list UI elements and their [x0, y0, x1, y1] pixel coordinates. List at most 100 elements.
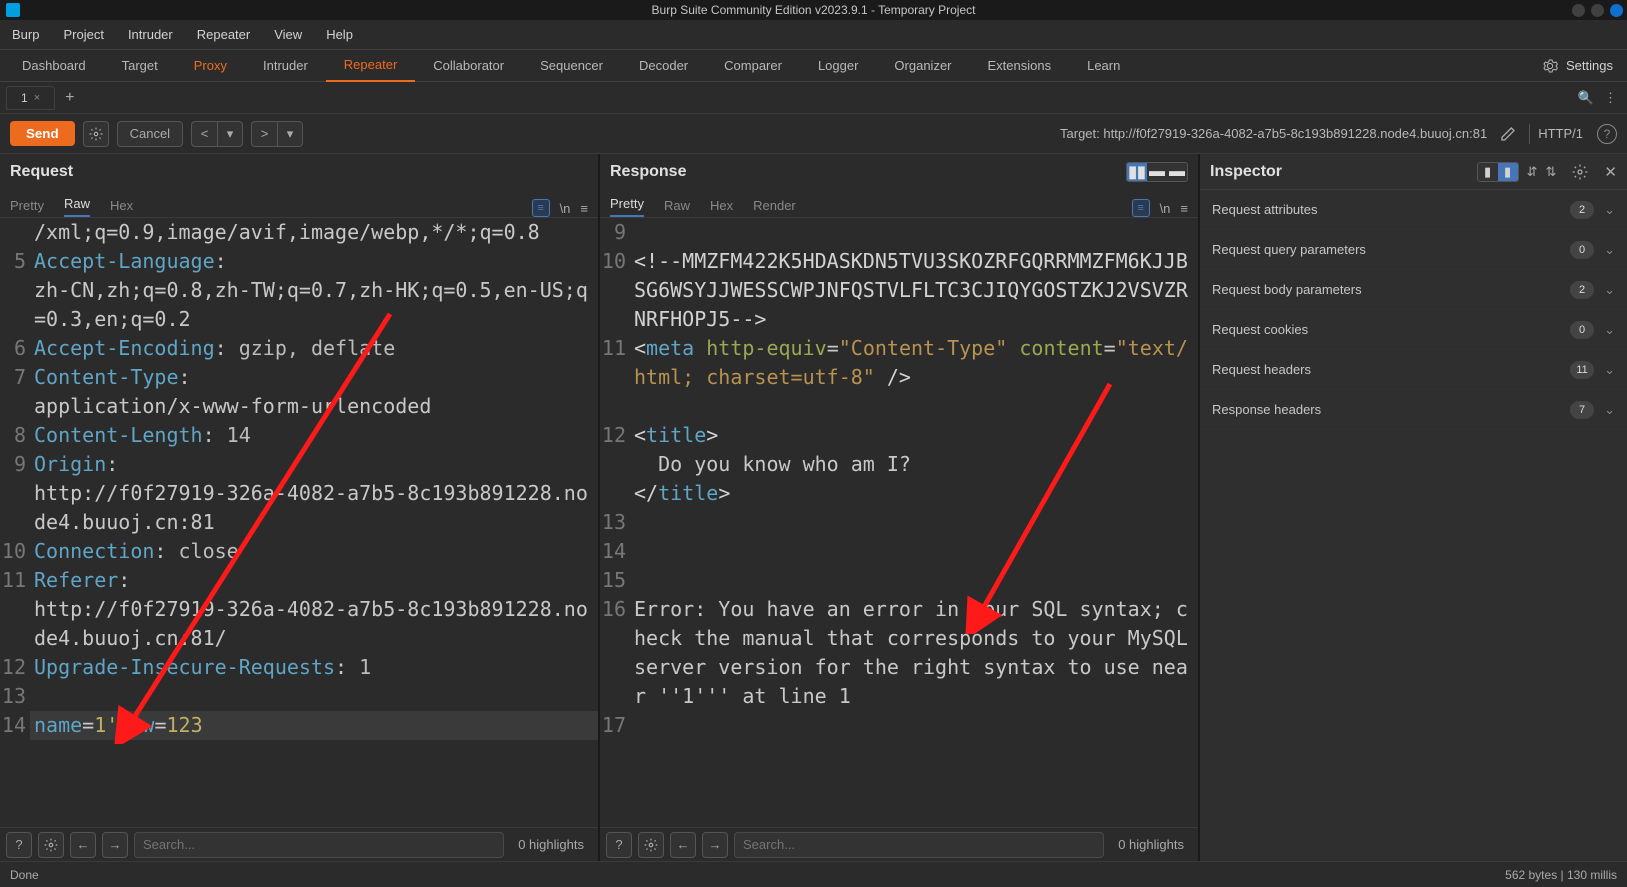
settings-link[interactable]: Settings	[1566, 58, 1613, 73]
inspector-section-request-query-parameters[interactable]: Request query parameters 0 ⌄	[1200, 230, 1627, 270]
inspector-section-request-headers[interactable]: Request headers 11 ⌄	[1200, 350, 1627, 390]
menu-project[interactable]: Project	[63, 27, 103, 42]
tab-intruder[interactable]: Intruder	[245, 50, 326, 82]
response-search-input[interactable]	[734, 832, 1104, 858]
tab-organizer[interactable]: Organizer	[876, 50, 969, 82]
editor-tab-hex[interactable]: Hex	[110, 198, 133, 217]
help-icon[interactable]: ?	[6, 832, 32, 858]
search-prev-button[interactable]: ←	[670, 832, 696, 858]
menu-intruder[interactable]: Intruder	[128, 27, 173, 42]
menubar: Burp Project Intruder Repeater View Help	[0, 20, 1627, 50]
request-editor[interactable]: 5 6789 1011 121314 /xml;q=0.9,image/avif…	[0, 218, 598, 827]
chevron-down-icon: ⌄	[1604, 282, 1615, 298]
search-next-button[interactable]: →	[702, 832, 728, 858]
tab-target[interactable]: Target	[104, 50, 176, 82]
add-tab-button[interactable]: +	[65, 89, 74, 107]
editor-tab-render[interactable]: Render	[753, 198, 796, 217]
tab-sequencer[interactable]: Sequencer	[522, 50, 621, 82]
inspector-section-request-attributes[interactable]: Request attributes 2 ⌄	[1200, 190, 1627, 230]
tab-decoder[interactable]: Decoder	[621, 50, 706, 82]
search-prev-button[interactable]: ←	[70, 832, 96, 858]
actions-icon[interactable]: ≡	[1132, 199, 1150, 217]
editor-tab-pretty[interactable]: Pretty	[610, 196, 644, 217]
history-fwd-dropdown[interactable]: ▾	[277, 121, 303, 147]
request-editor-tabs: Pretty Raw Hex ≡ \n ≡	[0, 190, 598, 218]
send-button[interactable]: Send	[10, 121, 75, 146]
gear-icon[interactable]	[38, 832, 64, 858]
layout-rows-icon[interactable]: ▬	[1147, 163, 1167, 181]
chevron-down-icon: ⌄	[1604, 322, 1615, 338]
chevron-down-icon: ⌄	[1604, 242, 1615, 258]
tab-logger[interactable]: Logger	[800, 50, 876, 82]
tab-learn[interactable]: Learn	[1069, 50, 1138, 82]
layout-left-icon[interactable]: ▮	[1478, 163, 1498, 181]
menu-icon[interactable]: ≡	[580, 201, 588, 216]
search-next-button[interactable]: →	[102, 832, 128, 858]
menu-icon[interactable]: ≡	[1180, 201, 1188, 216]
response-editor[interactable]: 910 11 1213141516 17 <!--MMZFM422K5HDASK…	[600, 218, 1198, 827]
request-title: Request	[10, 163, 73, 181]
menu-view[interactable]: View	[274, 27, 302, 42]
editor-tab-raw[interactable]: Raw	[664, 198, 690, 217]
history-back-dropdown[interactable]: ▾	[217, 121, 243, 147]
tab-collaborator[interactable]: Collaborator	[415, 50, 522, 82]
inspector-section-response-headers[interactable]: Response headers 7 ⌄	[1200, 390, 1627, 430]
help-icon[interactable]: ?	[606, 832, 632, 858]
close-tab-icon[interactable]: ×	[34, 92, 40, 104]
editor-tab-pretty[interactable]: Pretty	[10, 198, 44, 217]
send-options-gear-icon[interactable]	[83, 121, 109, 147]
response-bottom-bar: ? ← → 0 highlights	[600, 827, 1198, 861]
layout-columns-icon[interactable]: ▮▮	[1127, 163, 1147, 181]
protocol-label[interactable]: HTTP/1	[1538, 126, 1583, 141]
inspector-section-request-cookies[interactable]: Request cookies 0 ⌄	[1200, 310, 1627, 350]
inspector-pane: Inspector ▮ ▮ ⇵ ⇅ ✕ Request attributes 2…	[1200, 154, 1627, 861]
close-inspector-icon[interactable]: ✕	[1604, 163, 1617, 181]
close-button[interactable]	[1610, 4, 1623, 17]
actions-icon[interactable]: ≡	[532, 199, 550, 217]
response-highlight-count: 0 highlights	[1110, 837, 1192, 852]
cancel-button[interactable]: Cancel	[117, 121, 183, 147]
help-icon[interactable]: ?	[1597, 124, 1617, 144]
layout-single-icon[interactable]: ▬	[1167, 163, 1187, 181]
titlebar: Burp Suite Community Edition v2023.9.1 -…	[0, 0, 1627, 20]
tab-repeater[interactable]: Repeater	[326, 50, 415, 82]
more-icon[interactable]: ⋮	[1604, 90, 1617, 106]
minimize-button[interactable]	[1572, 4, 1585, 17]
gear-icon[interactable]	[638, 832, 664, 858]
layout-toggle[interactable]: ▮▮ ▬ ▬	[1126, 162, 1188, 182]
settings-icon[interactable]	[1542, 58, 1558, 74]
status-right: 562 bytes | 130 millis	[1505, 868, 1617, 882]
window-title: Burp Suite Community Edition v2023.9.1 -…	[652, 3, 976, 17]
collapse-icon[interactable]: ⇅	[1546, 164, 1557, 180]
tab-proxy[interactable]: Proxy	[176, 50, 245, 82]
repeater-tab-1[interactable]: 1 ×	[6, 86, 55, 110]
chevron-down-icon: ⌄	[1604, 202, 1615, 218]
tab-dashboard[interactable]: Dashboard	[4, 50, 104, 82]
tab-comparer[interactable]: Comparer	[706, 50, 800, 82]
menu-help[interactable]: Help	[326, 27, 353, 42]
layout-right-icon[interactable]: ▮	[1498, 163, 1518, 181]
maximize-button[interactable]	[1591, 4, 1604, 17]
newline-icon[interactable]: \n	[560, 201, 571, 216]
newline-icon[interactable]: \n	[1160, 201, 1171, 216]
target-label: Target: http://f0f27919-326a-4082-a7b5-8…	[1060, 126, 1487, 141]
response-editor-tabs: Pretty Raw Hex Render ≡ \n ≡	[600, 190, 1198, 218]
request-search-input[interactable]	[134, 832, 504, 858]
search-icon[interactable]: 🔍	[1578, 90, 1594, 106]
menu-repeater[interactable]: Repeater	[197, 27, 250, 42]
menu-burp[interactable]: Burp	[12, 27, 39, 42]
editor-tab-raw[interactable]: Raw	[64, 196, 90, 217]
history-fwd-button[interactable]: >	[251, 121, 277, 147]
inspector-gear-icon[interactable]	[1572, 164, 1588, 180]
chevron-down-icon: ⌄	[1604, 402, 1615, 418]
inspector-layout-toggle[interactable]: ▮ ▮	[1477, 162, 1519, 182]
history-back-group: < ▾	[191, 121, 243, 147]
request-bottom-bar: ? ← → 0 highlights	[0, 827, 598, 861]
expand-icon[interactable]: ⇵	[1527, 164, 1538, 180]
tab-extensions[interactable]: Extensions	[970, 50, 1070, 82]
edit-target-icon[interactable]	[1495, 121, 1521, 147]
inspector-section-request-body-parameters[interactable]: Request body parameters 2 ⌄	[1200, 270, 1627, 310]
tab-label: 1	[21, 91, 28, 105]
editor-tab-hex[interactable]: Hex	[710, 198, 733, 217]
history-back-button[interactable]: <	[191, 121, 217, 147]
